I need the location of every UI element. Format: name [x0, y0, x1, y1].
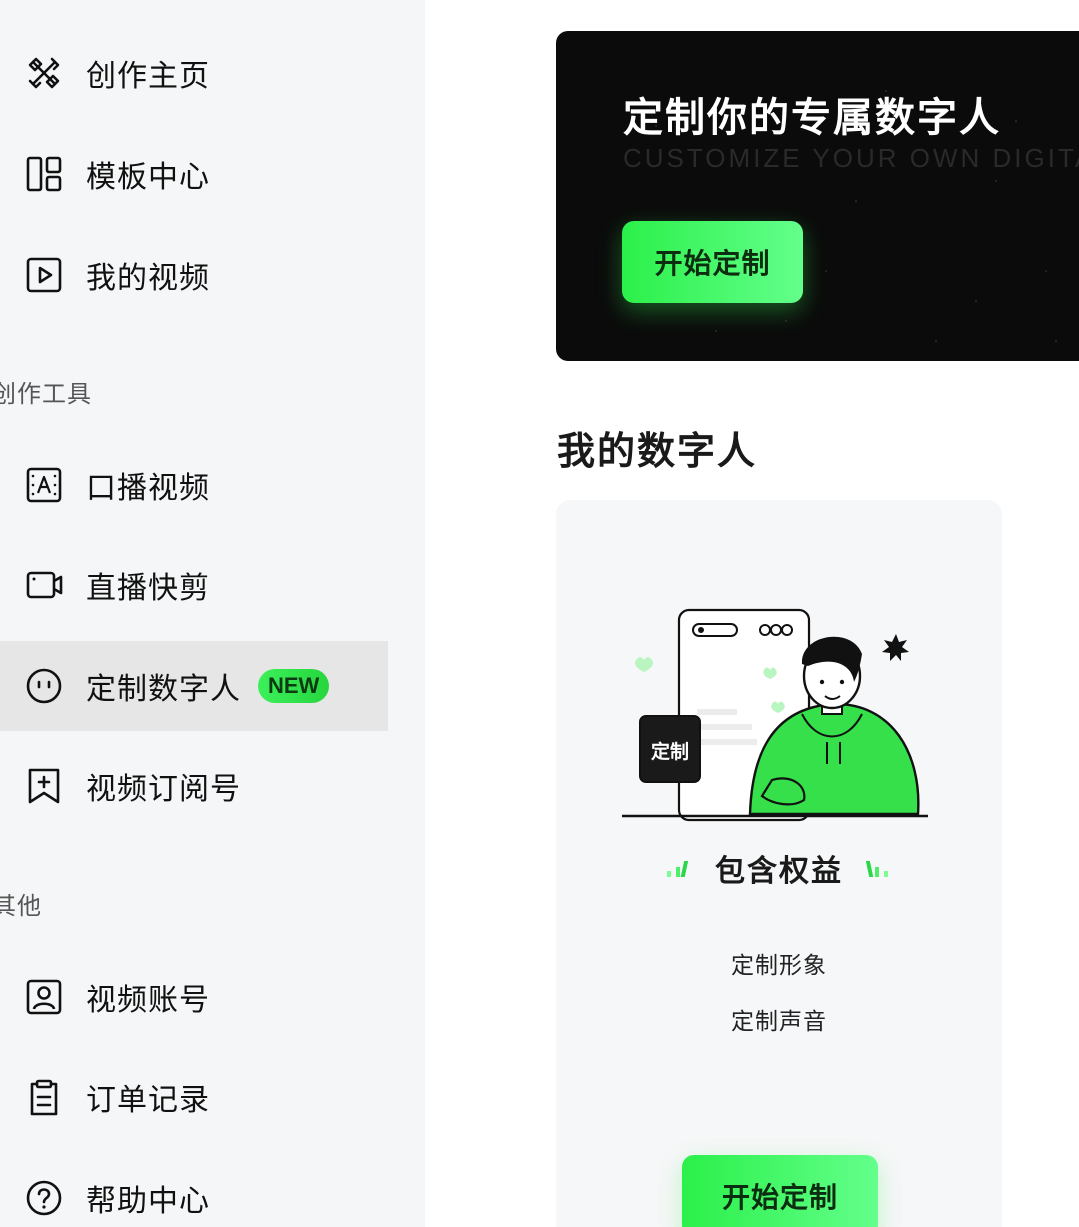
sidebar-item-creation-home[interactable]: 创作主页	[0, 28, 388, 118]
sidebar-item-my-videos[interactable]: 我的视频	[0, 230, 388, 320]
sidebar-item-label: 创作主页	[86, 59, 210, 94]
sidebar-item-video-subscription[interactable]: 视频订阅号	[0, 741, 388, 831]
sidebar-item-custom-digital-human[interactable]: 定制数字人 NEW	[0, 641, 388, 731]
play-video-icon	[23, 254, 65, 296]
talking-video-icon	[23, 464, 65, 506]
sidebar-item-label: 口播视频	[86, 471, 210, 506]
hero-banner: 定制你的专属数字人 CUSTOMIZE YOUR OWN DIGITAL PER…	[556, 31, 1079, 361]
digital-human-face-icon	[23, 665, 65, 707]
hero-start-customize-button[interactable]: 开始定制	[622, 221, 803, 303]
hero-dot-pattern	[655, 90, 1057, 342]
signal-bars-right-icon	[861, 857, 893, 879]
benefits-header: 包含权益	[556, 846, 1002, 890]
sidebar-item-talking-video[interactable]: 口播视频	[0, 440, 388, 530]
sidebar-item-order-records[interactable]: 订单记录	[0, 1052, 388, 1142]
account-person-icon	[23, 976, 65, 1018]
sidebar-item-label: 视频账号	[86, 983, 210, 1018]
benefit-item: 定制形象	[731, 953, 827, 979]
hero-title: 定制你的专属数字人	[623, 95, 1001, 141]
creation-home-icon	[23, 52, 65, 94]
bookmark-plus-icon	[23, 765, 65, 807]
sidebar-item-video-account[interactable]: 视频账号	[0, 952, 388, 1042]
hero-subtitle: CUSTOMIZE YOUR OWN DIGITAL PERS	[623, 143, 1079, 173]
card-start-customize-button[interactable]: 开始定制	[682, 1155, 878, 1227]
sidebar-item-label: 视频订阅号	[86, 772, 241, 807]
help-question-icon	[23, 1177, 65, 1219]
customize-illustration: 定制	[622, 608, 928, 822]
clipboard-order-icon	[23, 1076, 65, 1118]
digital-human-card: 定制 包含权益 定制形象 定制声音 开始定制	[556, 500, 1002, 1227]
new-badge: NEW	[258, 669, 330, 703]
signal-bars-left-icon	[665, 857, 697, 879]
sidebar-item-label: 定制数字人	[86, 672, 241, 707]
sidebar-item-help-center[interactable]: 帮助中心	[0, 1153, 388, 1227]
section-title-other: 其他	[0, 892, 42, 920]
illustration-tag-text: 定制	[651, 740, 689, 763]
sidebar-item-label: 帮助中心	[86, 1184, 210, 1219]
sidebar-item-live-clip[interactable]: 直播快剪	[0, 540, 388, 630]
sidebar: 创作主页 模板中心 我的视频 创作工具 口播视频 直播快剪 定制数字人 NEW …	[0, 0, 425, 1227]
benefits-title: 包含权益	[715, 854, 843, 889]
page-title: 我的数字人	[557, 429, 758, 473]
section-title-creation-tools: 创作工具	[0, 380, 92, 408]
live-clip-camera-icon	[23, 564, 65, 606]
sidebar-item-label: 我的视频	[86, 261, 210, 296]
template-grid-icon	[23, 153, 65, 195]
sidebar-item-label: 订单记录	[86, 1083, 210, 1118]
benefit-item: 定制声音	[731, 1009, 827, 1035]
sidebar-item-label: 直播快剪	[86, 571, 210, 606]
sidebar-item-label: 模板中心	[86, 160, 210, 195]
sidebar-item-template-center[interactable]: 模板中心	[0, 129, 388, 219]
